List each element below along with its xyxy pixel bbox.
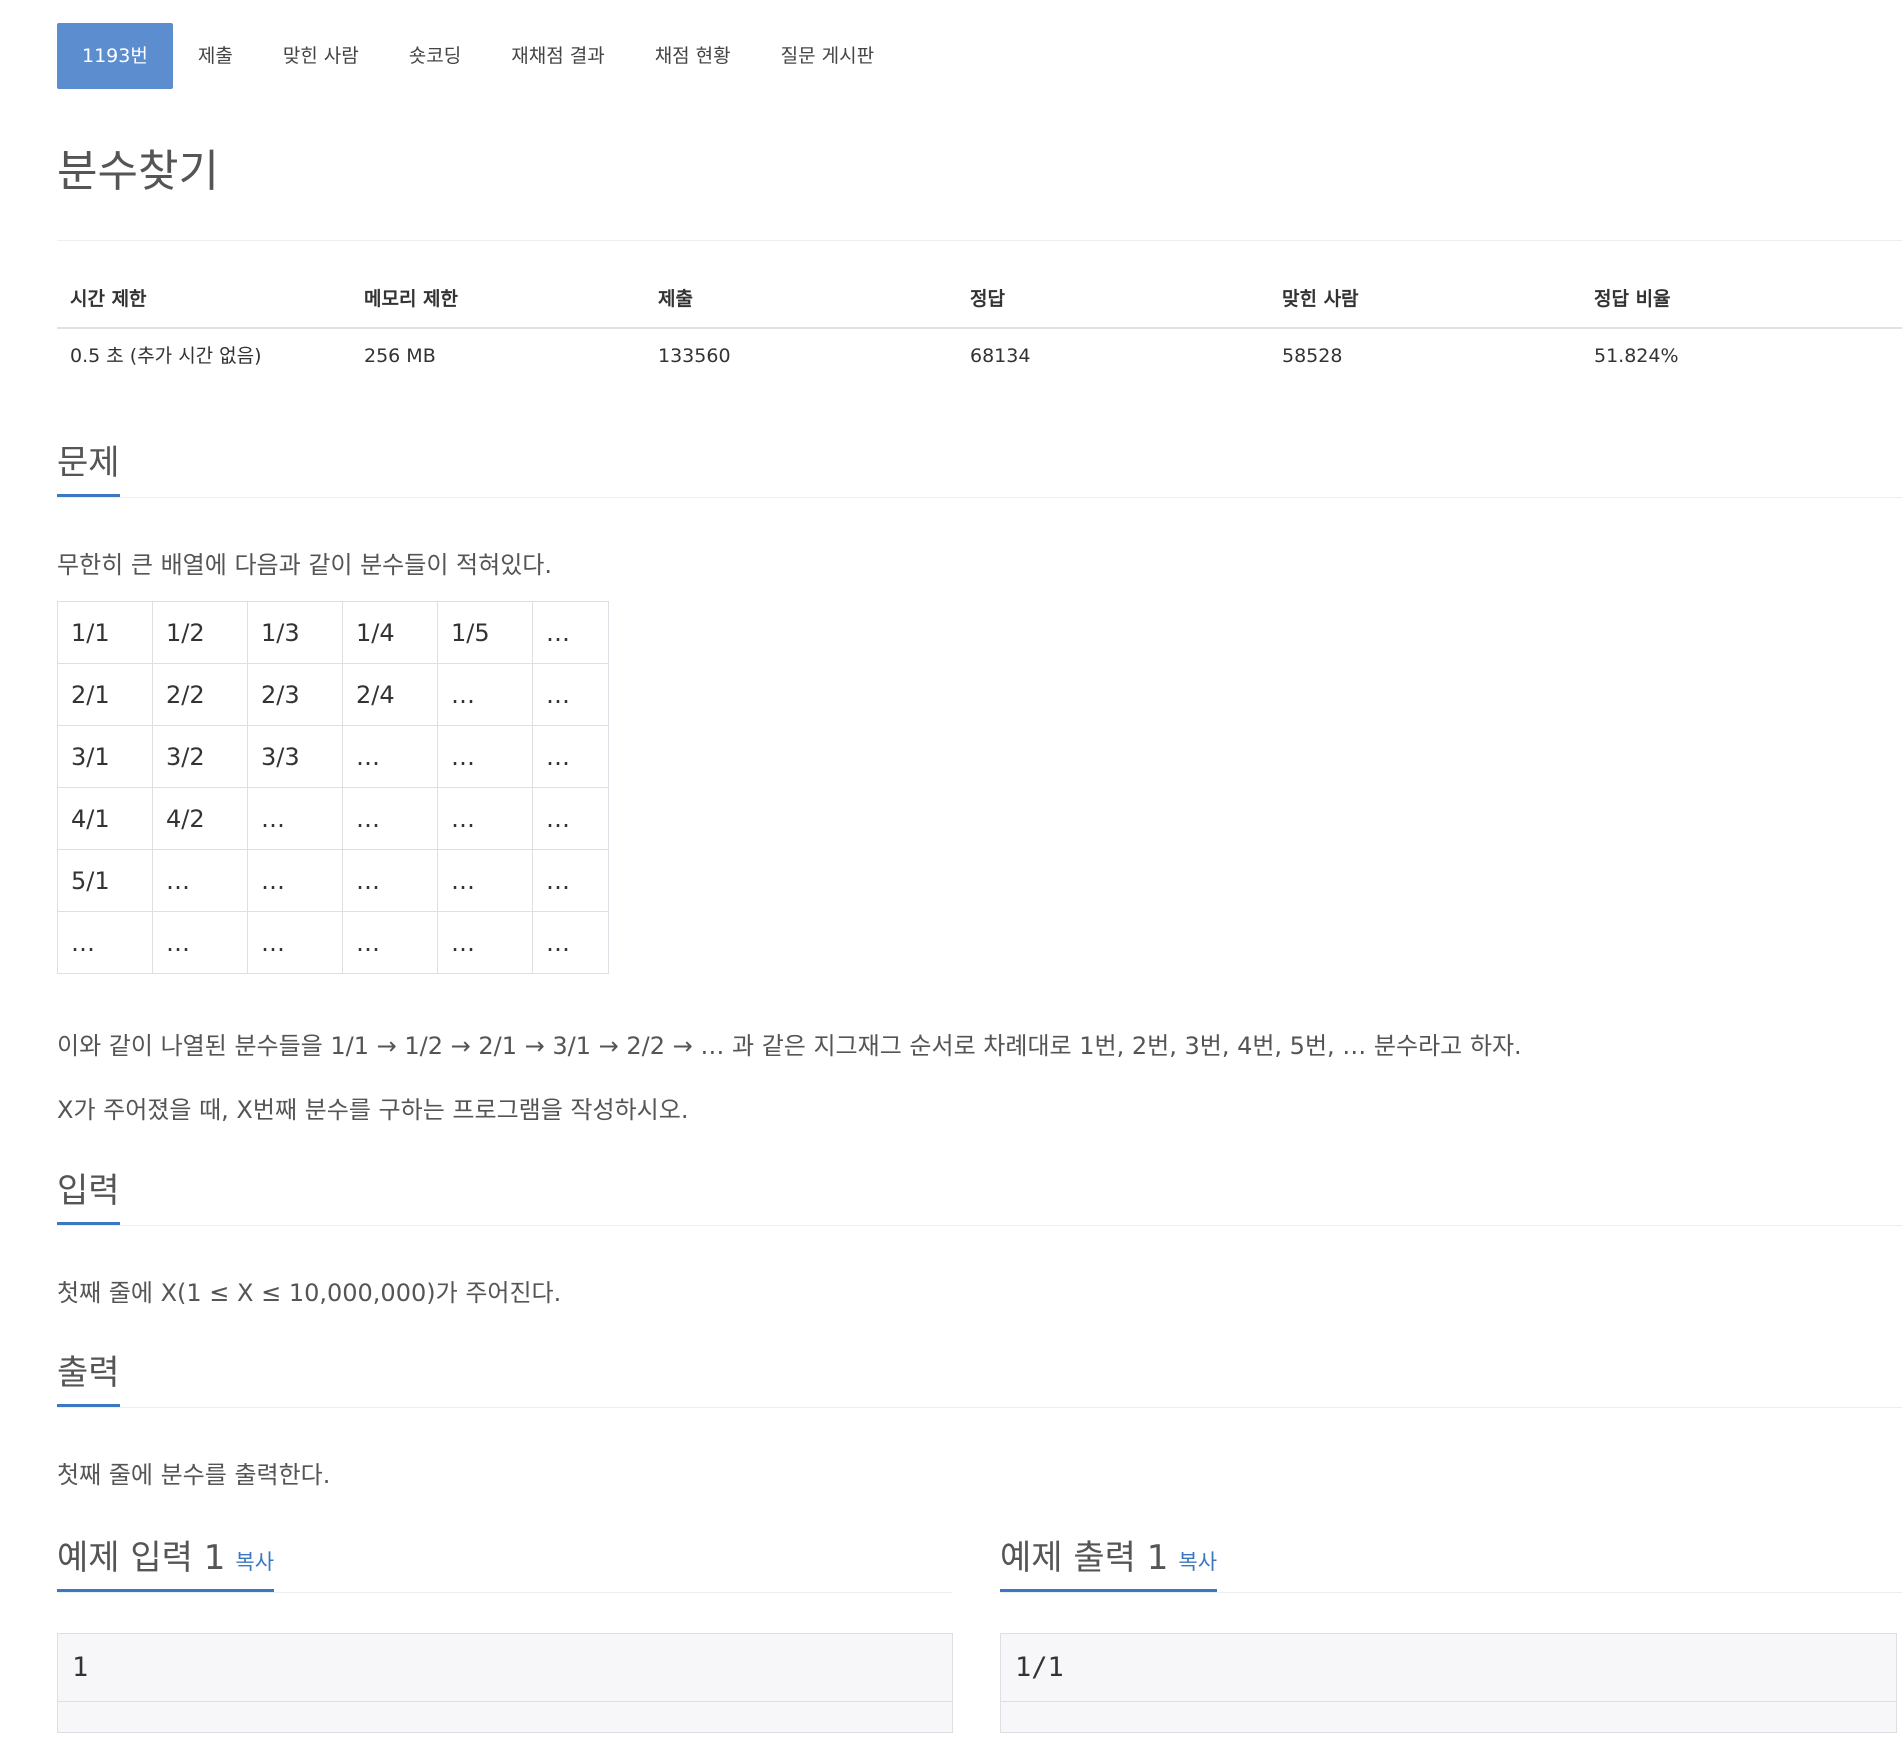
fraction-grid-cell: 1/4 — [342, 601, 438, 664]
problem-description-1: 이와 같이 나열된 분수들을 1/1 → 1/2 → 2/1 → 3/1 → 2… — [57, 1032, 1522, 1060]
stats-value-solved-users: 58528 — [1282, 345, 1343, 367]
fraction-grid-cell: … — [247, 787, 343, 850]
fraction-grid-cell: 3/3 — [247, 725, 343, 788]
sample-input-heading: 예제 입력 1 복사 — [57, 1538, 275, 1592]
stats-header-time-limit: 시간 제한 — [70, 288, 147, 310]
fraction-grid-cell: 1/1 — [57, 601, 153, 664]
fraction-grid-cell: … — [532, 601, 609, 664]
stats-header-accept-ratio: 정답 비율 — [1594, 288, 1671, 310]
fraction-grid-cell: … — [532, 849, 609, 912]
fraction-grid-cell: 1/3 — [247, 601, 343, 664]
stats-value-memory-limit: 256 MB — [364, 345, 436, 367]
tab-question-board[interactable]: 질문 게시판 — [756, 23, 899, 89]
fraction-grid-cell: 2/4 — [342, 663, 438, 726]
fraction-grid-cell: 1/5 — [437, 601, 533, 664]
fraction-grid-cell: … — [342, 911, 438, 974]
tab-judge-status[interactable]: 채점 현황 — [630, 23, 756, 89]
tab-solved-users[interactable]: 맞힌 사람 — [258, 23, 384, 89]
fraction-grid-cell: … — [532, 911, 609, 974]
problem-page: 1193번 제출 맞힌 사람 숏코딩 재채점 결과 채점 현황 질문 게시판 분… — [0, 0, 1902, 1754]
output-description: 첫째 줄에 분수를 출력한다. — [57, 1461, 331, 1489]
fraction-grid-row: 4/1 4/2………… — [57, 787, 609, 850]
fraction-grid-cell: 4/2 — [152, 787, 248, 850]
fraction-grid-cell: … — [342, 849, 438, 912]
section-title-problem: 문제 — [57, 446, 120, 497]
section-heading-input: 입력 — [57, 1174, 120, 1225]
fraction-grid-cell: 2/2 — [152, 663, 248, 726]
fraction-grid-cell: … — [437, 725, 533, 788]
fraction-grid-row: 5/1…………… — [57, 849, 609, 912]
input-description: 첫째 줄에 X(1 ≤ X ≤ 10,000,000)가 주어진다. — [57, 1279, 562, 1307]
sample-box-divider — [58, 1701, 952, 1702]
sample-input-content: 1 — [72, 1652, 89, 1683]
sample-output-title: 예제 출력 1 — [1000, 1538, 1169, 1578]
sample-input-box[interactable]: 1 — [57, 1633, 953, 1733]
fraction-grid-cell: 2/1 — [57, 663, 153, 726]
fraction-grid-cell: … — [532, 663, 609, 726]
section-divider — [1000, 1592, 1902, 1593]
stats-value-row: 0.5 초 (추가 시간 없음) 256 MB 133560 68134 585… — [57, 329, 1902, 384]
section-title-output: 출력 — [57, 1356, 120, 1407]
fraction-grid-cell: … — [437, 663, 533, 726]
stats-header-row: 시간 제한 메모리 제한 제출 정답 맞힌 사람 정답 비율 — [57, 272, 1902, 329]
fraction-grid-cell: … — [152, 911, 248, 974]
sample-output-heading-box: 예제 출력 1 복사 — [1000, 1538, 1218, 1592]
fraction-grid-cell: … — [342, 725, 438, 788]
fraction-grid-cell: 5/1 — [57, 849, 153, 912]
fraction-grid: 1/1 1/2 1/3 1/4 1/5… 2/1 2/2 2/3 2/4…… 3/1 3/2 3/3…… — [57, 601, 609, 974]
fraction-grid-cell: … — [437, 849, 533, 912]
fraction-grid-cell: … — [152, 849, 248, 912]
stats-value-submissions: 133560 — [658, 345, 731, 367]
stats-header-solved-users: 맞힌 사람 — [1282, 288, 1359, 310]
sample-box-divider — [1001, 1701, 1896, 1702]
section-title-input: 입력 — [57, 1174, 120, 1225]
sample-input-copy-button[interactable]: 복사 — [235, 1550, 274, 1574]
problem-intro-text: 무한히 큰 배열에 다음과 같이 분수들이 적혀있다. — [57, 551, 553, 579]
fraction-grid-cell: 1/2 — [152, 601, 248, 664]
stats-header-submissions: 제출 — [658, 288, 693, 310]
fraction-grid-cell: … — [342, 787, 438, 850]
tab-short-coding[interactable]: 숏코딩 — [384, 23, 486, 89]
fraction-grid-cell: … — [247, 849, 343, 912]
sample-input-title: 예제 입력 1 — [57, 1538, 226, 1578]
fraction-grid-cell: 2/3 — [247, 663, 343, 726]
stats-value-time-limit: 0.5 초 (추가 시간 없음) — [70, 345, 262, 367]
fraction-grid-cell: … — [57, 911, 153, 974]
fraction-grid-cell: 4/1 — [57, 787, 153, 850]
problem-tabs: 1193번 제출 맞힌 사람 숏코딩 재채점 결과 채점 현황 질문 게시판 — [57, 23, 899, 89]
section-heading-output: 출력 — [57, 1356, 120, 1407]
fraction-grid-row: 2/1 2/2 2/3 2/4…… — [57, 663, 609, 726]
fraction-grid-cell: 3/1 — [57, 725, 153, 788]
fraction-grid-cell: … — [437, 787, 533, 850]
section-divider — [57, 1225, 1902, 1226]
stats-header-accepted: 정답 — [970, 288, 1005, 310]
sample-output-box[interactable]: 1/1 — [1000, 1633, 1897, 1733]
sample-output-content: 1/1 — [1015, 1652, 1064, 1683]
sample-output-copy-button[interactable]: 복사 — [1178, 1550, 1217, 1574]
fraction-grid-row: ……………… — [57, 911, 609, 974]
tab-rejudge-results[interactable]: 재채점 결과 — [486, 23, 629, 89]
sample-output-heading: 예제 출력 1 복사 — [1000, 1538, 1218, 1592]
section-divider — [57, 1592, 952, 1593]
stats-header-memory-limit: 메모리 제한 — [364, 288, 459, 310]
problem-title: 분수찾기 — [57, 146, 219, 197]
section-divider — [57, 1407, 1902, 1408]
section-divider — [57, 497, 1902, 498]
fraction-grid-row: 1/1 1/2 1/3 1/4 1/5… — [57, 601, 609, 664]
fraction-grid-row: 3/1 3/2 3/3……… — [57, 725, 609, 788]
tab-submit[interactable]: 제출 — [173, 23, 258, 89]
tab-problem-number[interactable]: 1193번 — [57, 23, 173, 89]
fraction-grid-cell: … — [532, 725, 609, 788]
fraction-grid-cell: … — [247, 911, 343, 974]
stats-value-accepted: 68134 — [970, 345, 1031, 367]
stats-value-accept-ratio: 51.824% — [1594, 345, 1679, 367]
section-heading-problem: 문제 — [57, 446, 120, 497]
problem-stats-table: 시간 제한 메모리 제한 제출 정답 맞힌 사람 정답 비율 0.5 초 (추가… — [57, 272, 1902, 384]
sample-input-heading-box: 예제 입력 1 복사 — [57, 1538, 275, 1592]
fraction-grid-cell: … — [532, 787, 609, 850]
problem-description-2: X가 주어졌을 때, X번째 분수를 구하는 프로그램을 작성하시오. — [57, 1096, 689, 1124]
fraction-grid-cell: 3/2 — [152, 725, 248, 788]
title-divider — [57, 240, 1902, 241]
fraction-grid-cell: … — [437, 911, 533, 974]
